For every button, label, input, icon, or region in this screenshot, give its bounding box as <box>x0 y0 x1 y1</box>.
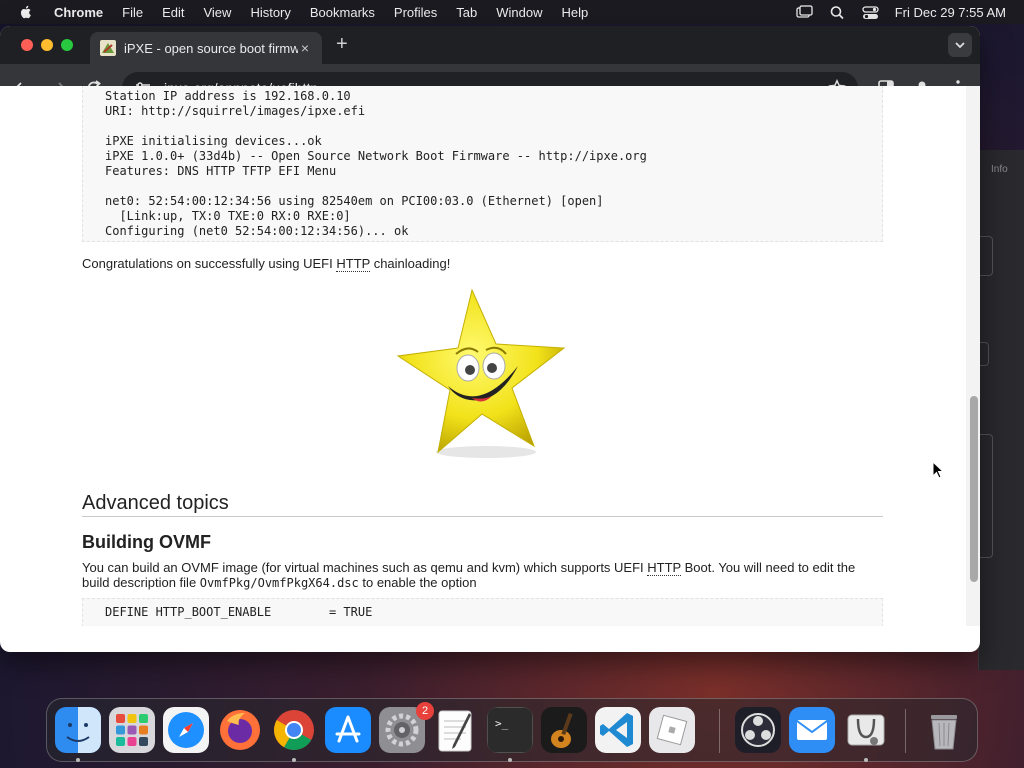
menu-profiles[interactable]: Profiles <box>394 5 437 20</box>
dock-separator <box>905 709 906 753</box>
menu-edit[interactable]: Edit <box>162 5 184 20</box>
background-window-panel <box>979 342 989 366</box>
tab-ipxe[interactable]: iPXE - open source boot firmware × <box>90 32 322 64</box>
apple-icon[interactable] <box>18 4 34 20</box>
web-page-content: Station IP address is 192.168.0.10 URI: … <box>0 86 966 626</box>
control-center-icon[interactable] <box>862 5 879 20</box>
screen-mirroring-icon[interactable] <box>796 4 813 20</box>
section-divider <box>82 516 883 517</box>
svg-text:>_: >_ <box>495 717 509 730</box>
menu-tab[interactable]: Tab <box>456 5 477 20</box>
para-text-part: You can build an OVMF image (for virtual… <box>82 560 648 575</box>
running-indicator <box>292 758 296 762</box>
congrats-text-part: Congratulations on successfully using UE… <box>82 256 337 271</box>
ipxe-favicon-icon <box>100 40 116 56</box>
tab-close-icon[interactable]: × <box>298 41 312 55</box>
menu-bar: Chrome File Edit View History Bookmarks … <box>0 0 1024 24</box>
mail-icon[interactable] <box>789 707 835 753</box>
http-abbr: HTTP <box>336 256 371 272</box>
smiling-star-image <box>396 288 566 458</box>
menu-bar-clock[interactable]: Fri Dec 29 7:55 AM <box>895 5 1006 20</box>
dsc-file-path: OvmfPkg/OvmfPkgX64.dsc <box>199 576 359 590</box>
http-abbr: HTTP <box>647 560 681 576</box>
menu-app-name[interactable]: Chrome <box>54 5 103 20</box>
terminal-icon[interactable]: >_ <box>487 707 533 753</box>
menu-help[interactable]: Help <box>562 5 589 20</box>
running-indicator <box>864 758 868 762</box>
running-indicator <box>76 758 80 762</box>
running-indicator <box>508 758 512 762</box>
chrome-icon[interactable] <box>271 707 317 753</box>
congratulations-text: Congratulations on successfully using UE… <box>82 256 451 272</box>
chevron-down-icon <box>955 42 965 49</box>
menu-file[interactable]: File <box>122 5 143 20</box>
menu-bookmarks[interactable]: Bookmarks <box>310 5 375 20</box>
dock: >_ <box>46 698 978 762</box>
subsection-heading-building-ovmf: Building OVMF <box>82 532 211 552</box>
dock-separator <box>719 709 720 753</box>
page-scrollbar-thumb[interactable] <box>970 396 978 582</box>
para-text-part: to enable the option <box>358 575 477 590</box>
trash-icon[interactable] <box>921 707 967 753</box>
finder-icon[interactable] <box>55 707 101 753</box>
app-store-icon[interactable] <box>325 707 371 753</box>
launchpad-icon[interactable] <box>109 707 155 753</box>
window-close-button[interactable] <box>21 39 33 51</box>
boot-log-code-block: Station IP address is 192.168.0.10 URI: … <box>82 86 883 242</box>
ovmf-paragraph: You can build an OVMF image (for virtual… <box>82 560 882 591</box>
menu-window[interactable]: Window <box>496 5 542 20</box>
window-zoom-button[interactable] <box>61 39 73 51</box>
spotlight-search-icon[interactable] <box>829 5 846 20</box>
http-boot-enable-code-block: DEFINE HTTP_BOOT_ENABLE = TRUE <box>82 598 883 626</box>
settings-notification-badge: 2 <box>416 702 434 720</box>
mouse-cursor-icon <box>932 461 944 479</box>
obs-icon[interactable] <box>735 707 781 753</box>
background-window-info-label: Info <box>991 164 1008 175</box>
menu-history[interactable]: History <box>250 5 290 20</box>
congrats-text-part: chainloading! <box>370 256 451 271</box>
menu-view[interactable]: View <box>203 5 231 20</box>
new-tab-button[interactable]: + <box>336 34 352 54</box>
disk-utility-icon[interactable] <box>843 707 889 753</box>
tab-strip: iPXE - open source boot firmware × + <box>0 26 980 64</box>
section-heading-advanced-topics: Advanced topics <box>82 492 229 514</box>
window-minimize-button[interactable] <box>41 39 53 51</box>
safari-icon[interactable] <box>163 707 209 753</box>
background-window-panel <box>979 434 993 558</box>
roblox-icon[interactable] <box>649 707 695 753</box>
textedit-icon[interactable] <box>433 707 479 753</box>
tab-search-button[interactable] <box>948 33 972 57</box>
background-window-panel <box>979 236 993 276</box>
firefox-icon[interactable] <box>217 707 263 753</box>
background-window: Info <box>978 150 1024 670</box>
garageband-icon[interactable] <box>541 707 587 753</box>
tab-title: iPXE - open source boot firmware <box>124 40 298 56</box>
vscode-icon[interactable] <box>595 707 641 753</box>
